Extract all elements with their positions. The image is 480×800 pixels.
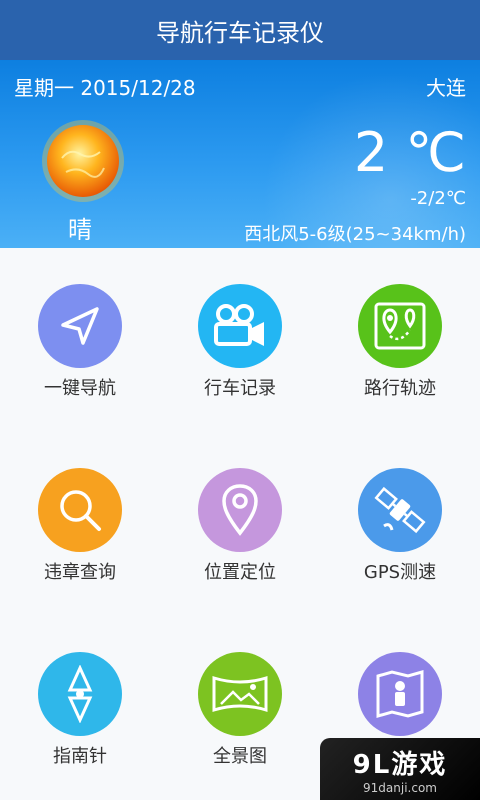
panorama-icon (212, 675, 268, 713)
app-title: 导航行车记录仪 (156, 18, 324, 47)
watermark-brand: 9L游戏 (352, 749, 448, 780)
feature-route-track-label: 路行轨迹 (364, 378, 436, 399)
feature-panorama-label: 全景图 (213, 746, 267, 767)
weather-wind: 西北风5-6级(25~34km/h) (244, 224, 466, 245)
feature-violation-query[interactable]: 违章查询 (0, 432, 160, 616)
sun-icon (42, 120, 124, 202)
weather-city[interactable]: 大连 (426, 72, 466, 101)
feature-violation-query-label: 违章查询 (44, 562, 116, 583)
feature-compass-label: 指南针 (53, 746, 107, 767)
feature-map-person-button[interactable] (358, 652, 442, 736)
feature-compass-button[interactable] (38, 652, 122, 736)
feature-navigation[interactable]: 一键导航 (0, 248, 160, 432)
feature-navigation-label: 一键导航 (44, 378, 116, 399)
watermark-url: 91danji.com (363, 780, 437, 795)
map-person-icon (376, 670, 424, 718)
weather-panel: 星期一 2015/12/28 大连 晴 2 ℃ -2/2℃ 西北风5-6级(25… (0, 60, 480, 248)
feature-location-label: 位置定位 (204, 562, 276, 583)
feature-navigation-button[interactable] (38, 284, 122, 368)
watermark-badge: 9L游戏 91danji.com (320, 738, 480, 800)
weather-date: 星期一 2015/12/28 (14, 76, 196, 100)
location-pin-icon (222, 484, 258, 536)
feature-gps-speed-button[interactable] (358, 468, 442, 552)
satellite-icon (374, 486, 426, 534)
feature-drive-record-label: 行车记录 (204, 378, 276, 399)
feature-route-track[interactable]: 路行轨迹 (320, 248, 480, 432)
video-camera-icon (214, 304, 264, 346)
search-icon (60, 490, 101, 531)
feature-location[interactable]: 位置定位 (160, 432, 320, 616)
feature-compass[interactable]: 指南针 (0, 616, 160, 800)
feature-grid: 一键导航 行车记录 路行轨迹 违章查询 位置定位 GPS测速 指南针 全景图 9… (0, 248, 480, 800)
feature-gps-speed[interactable]: GPS测速 (320, 432, 480, 616)
feature-location-button[interactable] (198, 468, 282, 552)
weather-condition: 晴 (68, 216, 92, 244)
feature-gps-speed-label: GPS测速 (363, 562, 437, 583)
feature-panorama[interactable]: 全景图 (160, 616, 320, 800)
weather-temperature: 2 ℃ (353, 121, 466, 184)
app-title-bar: 导航行车记录仪 (0, 0, 480, 60)
compass-icon (67, 665, 93, 723)
feature-drive-record[interactable]: 行车记录 (160, 248, 320, 432)
weather-temp-range: -2/2℃ (410, 188, 466, 209)
feature-violation-query-button[interactable] (38, 468, 122, 552)
feature-panorama-button[interactable] (198, 652, 282, 736)
feature-route-track-button[interactable] (358, 284, 442, 368)
feature-drive-record-button[interactable] (198, 284, 282, 368)
route-map-icon (374, 302, 426, 350)
navigation-arrow-icon (61, 307, 99, 345)
